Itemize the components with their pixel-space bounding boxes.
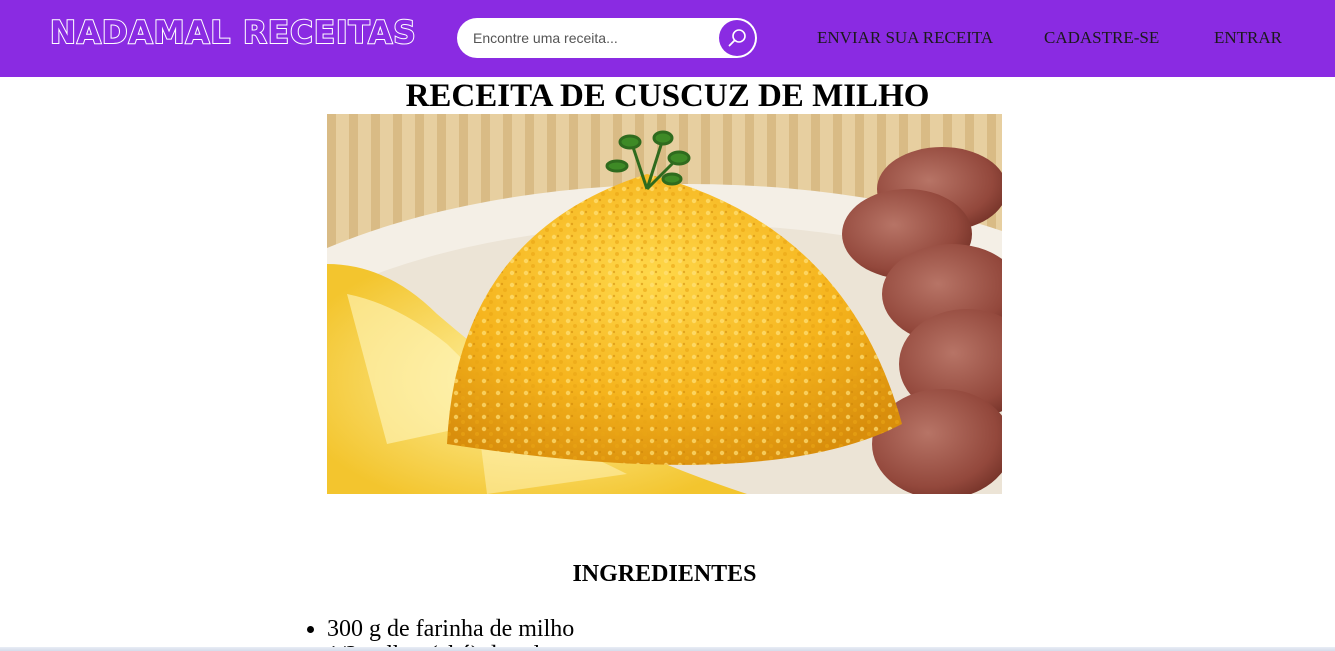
search-icon: [728, 29, 746, 47]
nav-sign-up[interactable]: CADASTRE-SE: [1044, 29, 1159, 46]
ingredients-list: 300 g de farinha de milho 1/2 colher (ch…: [287, 616, 574, 651]
list-item: 300 g de farinha de milho: [327, 616, 574, 642]
site-logo[interactable]: NADAMAL RECEITAS: [49, 17, 417, 50]
page-bottom-edge: [0, 647, 1335, 651]
search-button[interactable]: [719, 20, 755, 56]
cuscuz-dish-illustration: [327, 114, 1002, 494]
search-input[interactable]: [473, 28, 713, 48]
recipe-photo: [327, 114, 1002, 494]
nav-log-in[interactable]: ENTRAR: [1214, 29, 1282, 46]
top-navigation-bar: NADAMAL RECEITAS ENVIAR SUA RECEITA CADA…: [0, 0, 1335, 77]
ingredients-heading: INGREDIENTES: [572, 561, 757, 587]
recipe-title: RECEITA DE CUSCUZ DE MILHO: [405, 78, 930, 114]
nav-submit-recipe[interactable]: ENVIAR SUA RECEITA: [817, 29, 993, 46]
search-bar: [457, 18, 757, 58]
